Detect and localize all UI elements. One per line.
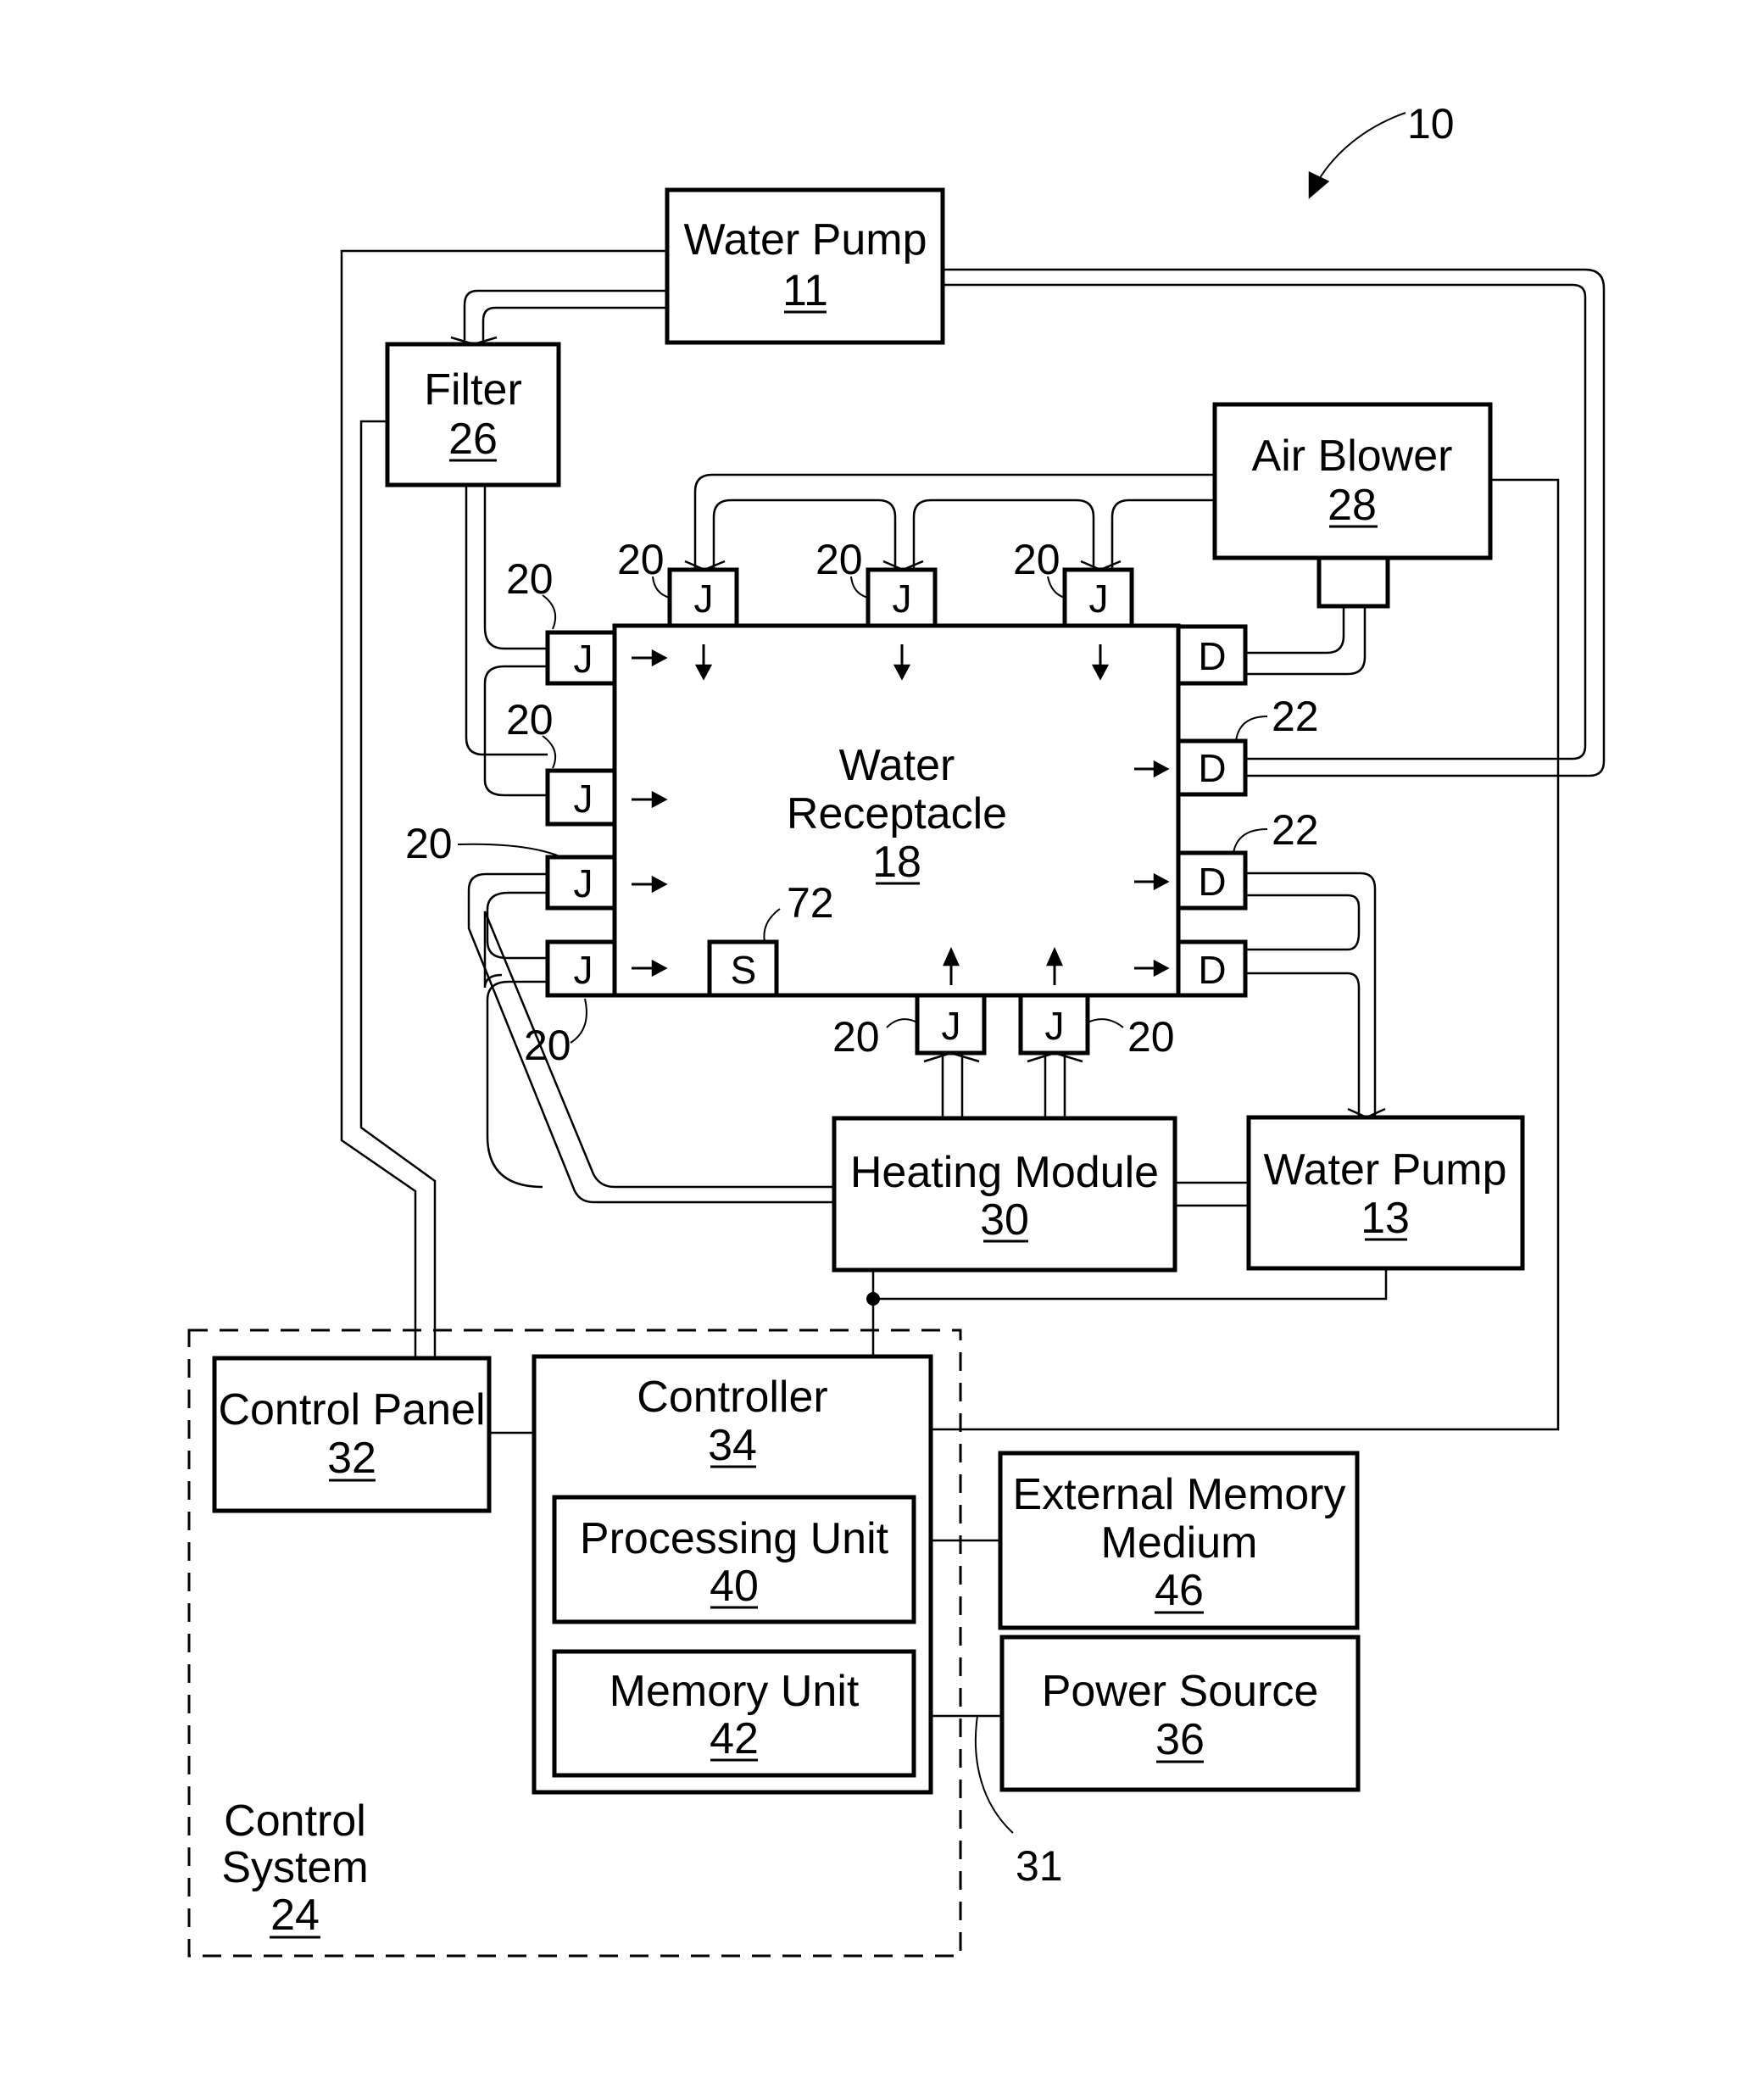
air-blower-28-ref: 28 [1328, 481, 1377, 530]
drain-4-label: D [1198, 948, 1226, 992]
control-system-24-label: Control System 24 [221, 1796, 368, 1940]
pipe-pump11-filter-inner [481, 306, 667, 344]
receptacle-label-line2: Receptacle [787, 789, 1007, 838]
wire-junction-dot [866, 1292, 880, 1306]
jet-top-2-label: J [893, 577, 912, 621]
air-pipe-jet3-inner [1111, 499, 1215, 570]
air-blower-nozzle [1316, 555, 1390, 609]
pipe-drain1-blower-inner [1245, 606, 1345, 655]
controller-label: Controller [637, 1373, 827, 1422]
water-pump-13: Water Pump 13 [1246, 1115, 1525, 1271]
pipe-drain4-pump13 [1245, 972, 1361, 1117]
figure-reference-arrowhead-icon [1308, 171, 1330, 199]
controller-34: Controller 34 Processing Unit 40 Memory … [532, 1354, 933, 1795]
heating-module-label: Heating Module [850, 1148, 1159, 1197]
drain-3-label: D [1198, 860, 1226, 904]
callout-jet-left-1: 20 [506, 555, 554, 603]
water-pump-11: Water Pump 11 [665, 187, 945, 345]
jet-bottom-inlet-arrowheads-icon [923, 1051, 1083, 1063]
figure-reference: 10 [1308, 100, 1455, 199]
callout-jet-left-2: 20 [506, 696, 554, 744]
callout-jet-left-4: 20 [524, 1022, 571, 1069]
jet-bottom-2-label: J [1045, 1004, 1065, 1048]
external-memory-label-line1: External Memory [1013, 1470, 1346, 1519]
jet-left-2-label: J [574, 777, 593, 821]
callout-jet-top-3: 20 [1013, 536, 1060, 583]
water-pump-11-ref: 11 [782, 266, 828, 315]
callout-jet-top-1: 20 [617, 536, 665, 583]
control-panel-ref: 32 [327, 1434, 376, 1483]
right-drains: D D D D [1176, 624, 1248, 998]
jet-left-4-label: J [574, 948, 593, 992]
air-blower-28-label: Air Blower [1252, 432, 1453, 481]
callout-jet-top-2: 20 [815, 536, 863, 583]
control-system-ref: 24 [270, 1891, 320, 1940]
water-pump-11-label: Water Pump [683, 215, 927, 265]
sensor-label: S [731, 948, 757, 992]
water-receptacle-18: Water Receptacle 18 [612, 623, 1181, 998]
receptacle-label-line1: Water [839, 741, 955, 790]
pipe-drain3-drain4-loop [1245, 894, 1361, 951]
callout-jet-left-3: 20 [405, 820, 453, 867]
filter-26: Filter 26 [385, 342, 561, 487]
figure-reference-number: 10 [1407, 100, 1455, 148]
power-source-ref: 36 [1155, 1715, 1205, 1764]
external-memory-label-line2: Medium [1101, 1518, 1258, 1568]
callout-drain-2: 22 [1272, 693, 1319, 740]
processing-unit-label: Processing Unit [580, 1514, 889, 1563]
air-blower-28: Air Blower 28 [1212, 402, 1493, 609]
pipe-jet3-jet4-loop [486, 891, 548, 960]
drain-1-label: D [1198, 634, 1226, 678]
external-memory-ref: 46 [1155, 1566, 1204, 1615]
sensor-72: S [707, 939, 779, 998]
control-system-label-line2: System [221, 1843, 368, 1892]
top-jets: J J J [667, 560, 1134, 628]
pipe-heating-bottom-jet1 [941, 1053, 964, 1118]
memory-unit-ref: 42 [710, 1714, 759, 1763]
drain-2-label: D [1198, 746, 1226, 790]
pipe-drain1-blower-outer [1245, 606, 1367, 676]
control-panel-32: Control Panel 32 [212, 1356, 492, 1513]
jet-bottom-1-label: J [942, 1004, 961, 1048]
air-pipe-outer [693, 473, 1215, 570]
callout-drain-3: 22 [1272, 806, 1319, 854]
wire-filter-controller [359, 420, 437, 1356]
control-system-label-line1: Control [224, 1796, 366, 1846]
control-panel-label: Control Panel [218, 1385, 485, 1434]
processing-unit-ref: 40 [710, 1562, 759, 1611]
filter-26-ref: 26 [448, 415, 498, 464]
jet-top-1-label: J [694, 577, 714, 621]
callout-jet-bottom-2: 20 [1127, 1013, 1175, 1061]
figure-reference-arrow-line [1317, 112, 1406, 181]
power-source-label: Power Source [1042, 1667, 1319, 1716]
heating-module-30: Heating Module 30 [832, 1116, 1177, 1273]
left-jets: J J J J [545, 630, 617, 998]
jet-top-3-label: J [1089, 577, 1109, 621]
pipe-drain3-pump13 [1245, 872, 1377, 1117]
pipe-pump11-filter-outer [463, 289, 667, 344]
external-memory-medium-46: External Memory Medium 46 [998, 1451, 1360, 1630]
pipe-heating-bottom-jet2 [1044, 1053, 1066, 1118]
heating-module-ref: 30 [980, 1195, 1029, 1245]
controller-ref: 34 [708, 1421, 757, 1470]
air-pipe-jet2-jet3 [912, 499, 1095, 570]
callout-jet-bottom-1: 20 [832, 1013, 880, 1061]
filter-26-label: Filter [424, 365, 522, 415]
jet-left-1-label: J [574, 637, 593, 681]
water-pump-13-label: Water Pump [1263, 1145, 1506, 1195]
hydrotherapy-system-diagram: 10 Water Pump 11 Filter 26 Air Blower 28… [187, 100, 1606, 1958]
air-pipe-jet1-jet2 [712, 499, 897, 570]
power-source-36: Power Source 36 [999, 1635, 1361, 1792]
bottom-jets: J J [915, 993, 1090, 1063]
water-pump-13-ref: 13 [1361, 1194, 1410, 1243]
callout-bus: 31 [1016, 1842, 1063, 1890]
wire-pump13-controller [873, 1268, 1388, 1301]
memory-unit-label: Memory Unit [610, 1667, 860, 1716]
receptacle-ref: 18 [872, 838, 921, 887]
pipe-jet4-return [486, 980, 548, 1189]
jet-left-3-label: J [574, 861, 593, 905]
callout-sensor: 72 [787, 879, 834, 927]
